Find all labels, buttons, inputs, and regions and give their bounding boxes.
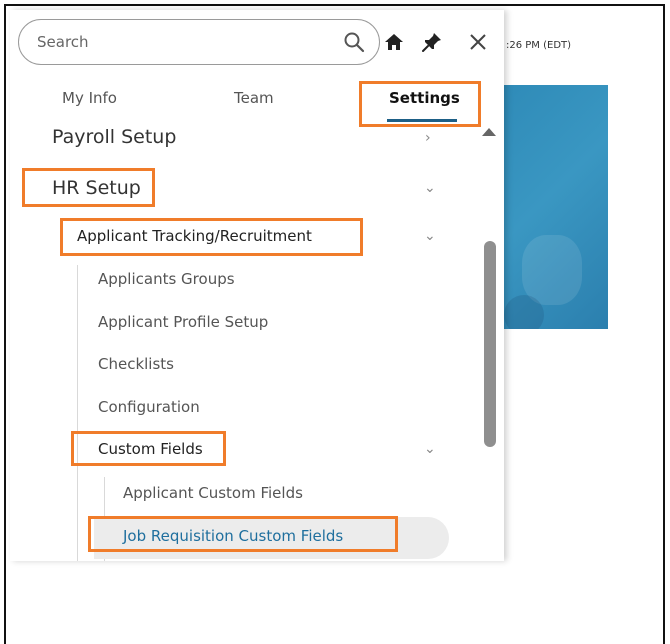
- highlight-settings-tab: [359, 81, 481, 127]
- menu-item-checklists[interactable]: Checklists: [98, 355, 174, 373]
- tab-my-info[interactable]: My Info: [62, 89, 117, 107]
- scroll-up-arrow[interactable]: [482, 128, 496, 136]
- chevron-down-icon[interactable]: ⌄: [424, 180, 436, 196]
- menu-item-applicants-groups[interactable]: Applicants Groups: [98, 270, 235, 288]
- content-area: [504, 329, 608, 561]
- menu-item-configuration[interactable]: Configuration: [98, 398, 200, 416]
- navigation-menu-panel: Search My Info Team Settings Payroll Set…: [10, 10, 504, 561]
- search-placeholder: Search: [37, 33, 89, 51]
- menu-item-payroll-setup[interactable]: Payroll Setup: [52, 126, 176, 148]
- menu-item-applicant-profile-setup[interactable]: Applicant Profile Setup: [98, 313, 268, 331]
- search-icon[interactable]: [343, 31, 365, 53]
- hero-banner: [504, 85, 608, 329]
- highlight-custom-fields: [71, 431, 226, 466]
- scrollbar-thumb[interactable]: [484, 241, 496, 447]
- highlight-hr-setup: [22, 168, 155, 207]
- banner-shape: [504, 295, 544, 329]
- highlight-job-requisition-custom-fields: [88, 516, 398, 552]
- banner-shape: [522, 235, 582, 305]
- highlight-applicant-tracking: [60, 218, 363, 256]
- close-icon[interactable]: [466, 30, 490, 54]
- tab-team[interactable]: Team: [234, 89, 274, 107]
- chevron-down-icon[interactable]: ⌄: [424, 441, 436, 457]
- chevron-down-icon[interactable]: ⌄: [424, 228, 436, 244]
- menu-item-applicant-custom-fields[interactable]: Applicant Custom Fields: [123, 484, 303, 502]
- chevron-right-icon[interactable]: ›: [425, 130, 431, 146]
- home-icon[interactable]: [382, 30, 406, 54]
- pin-icon[interactable]: [420, 30, 444, 54]
- header-time: :26 PM (EDT): [506, 40, 572, 51]
- search-input[interactable]: Search: [18, 19, 380, 65]
- tree-guide-line: [77, 265, 78, 561]
